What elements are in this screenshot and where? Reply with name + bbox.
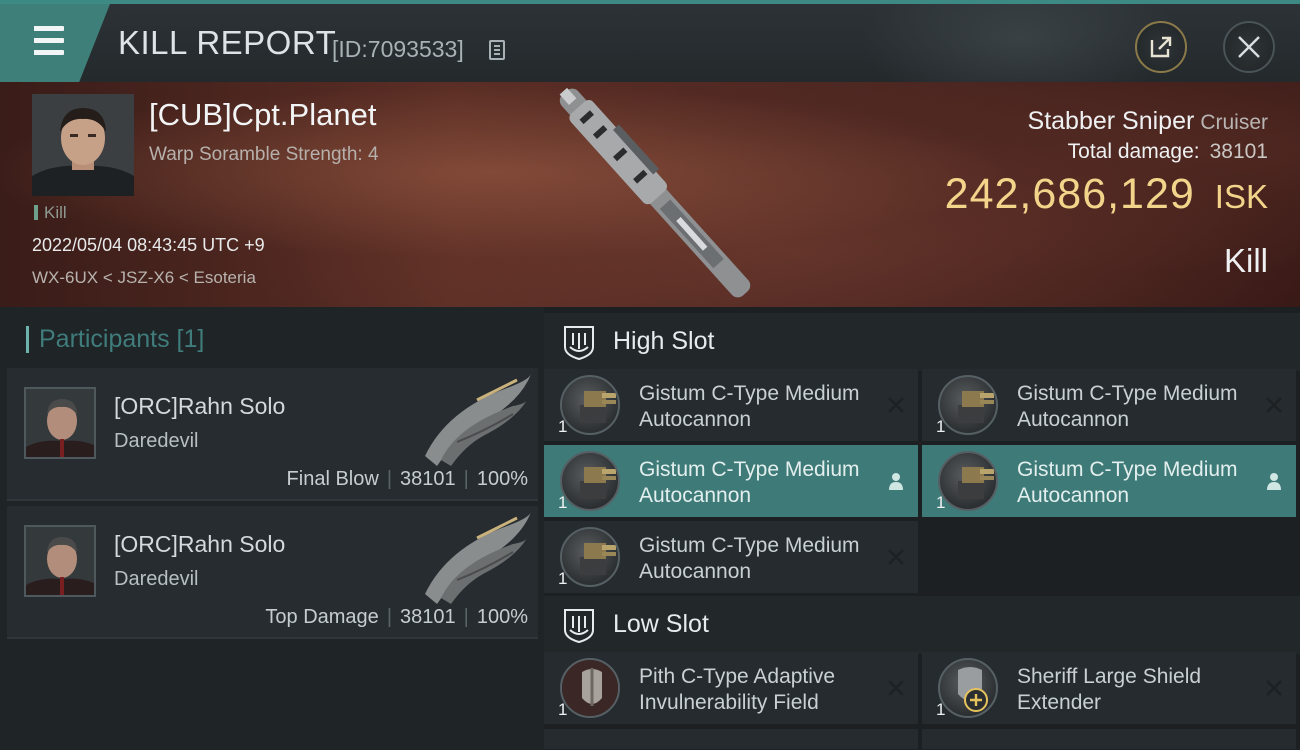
person-icon [1267,473,1281,490]
participant-damage: 38101 [400,468,456,490]
shield-slot-icon [564,609,594,644]
participant-percent: 100% [476,468,528,490]
result-label: Kill [1223,242,1268,279]
low-slot-header: Low Slot [544,596,1300,654]
slot-item-name: Gistum C-Type Medium Autocannon [639,458,860,507]
participant-role: Top Damage [265,606,379,628]
fitting-panel: High Slot 1 Gistum C-Type Medium Autocan… [544,307,1300,750]
page-title: KILL REPORT [118,24,337,61]
report-id: [ID:7093533] [332,36,464,62]
slot-item[interactable]: 1 Gistum C-Type Medium Autocannon [922,445,1296,517]
kill-tag: Kill [34,204,67,221]
slot-quantity: 1 [558,569,568,588]
kill-location[interactable]: WX-6UX < JSZ-X6 < Esoteria [32,268,256,288]
slot-item-name: Sheriff Large Shield Extender [1017,665,1202,714]
autocannon-icon [560,375,620,435]
total-damage: Total damage: 38101 [1068,140,1268,164]
isk-unit: ISK [1214,178,1268,215]
isk-value: 242,686,129 [944,170,1195,218]
victim-name[interactable]: [CUB]Cpt.Planet [149,97,376,133]
slot-item-name: Gistum C-Type Medium Autocannon [639,382,860,431]
warp-scramble-text: Warp Soramble Strength: 4 [149,144,379,165]
slot-item[interactable]: 1 Pith C-Type Adaptive Invulnerability F… [544,652,918,724]
participant-ship-image [425,512,531,604]
shield-extender-icon [938,658,998,718]
slot-item[interactable]: 1 Sheriff Large Shield Extender [922,652,1296,724]
participants-title: Participants [1] [26,325,204,354]
ship-info: Stabber Sniper Cruiser [1028,107,1268,136]
slot-item-partial[interactable] [922,729,1296,749]
participant-stats: Final Blow | 38101 | 100% [287,468,528,491]
high-slot-header: High Slot [544,313,1300,371]
victim-portrait[interactable] [32,94,134,196]
participant-percent: 100% [476,606,528,628]
ship-class: Cruiser [1200,111,1268,134]
copy-icon[interactable] [489,40,505,60]
slot-quantity: 1 [558,493,568,512]
autocannon-icon [938,375,998,435]
stats-separator: | [386,468,393,490]
participant-ship: Daredevil [114,430,199,452]
ship-name[interactable]: Stabber Sniper [1028,107,1195,135]
victim-avatar [32,94,134,196]
x-icon [888,549,904,565]
person-icon [889,473,903,490]
slot-quantity: 1 [936,493,946,512]
participant-stats: Top Damage | 38101 | 100% [265,606,528,629]
slot-item-name: Gistum C-Type Medium Autocannon [1017,382,1238,431]
header-bar: KILL REPORT [ID:7093533] [0,0,1300,82]
autocannon-icon [560,527,620,587]
participant-ship-image [425,374,531,466]
high-slot-label: High Slot [613,327,715,355]
slot-item-partial[interactable] [544,729,918,749]
slot-quantity: 1 [936,417,946,436]
total-damage-label: Total damage: [1067,140,1200,163]
invulnerability-field-icon [560,658,620,718]
autocannon-icon [560,451,620,511]
kill-datetime: 2022/05/04 08:43:45 UTC +9 [32,235,265,255]
victim-ship-image[interactable] [540,86,770,301]
slot-item[interactable]: 1 Gistum C-Type Medium Autocannon [544,445,918,517]
x-icon [888,680,904,696]
menu-icon [26,26,64,56]
slot-item-name: Gistum C-Type Medium Autocannon [1017,458,1238,507]
x-icon [1266,680,1282,696]
stats-separator: | [386,606,393,628]
slot-item[interactable]: 1 Gistum C-Type Medium Autocannon [922,369,1296,441]
header-decoration [860,4,1180,82]
share-button[interactable] [1135,21,1187,73]
low-slot-label: Low Slot [613,610,709,638]
slot-quantity: 1 [936,700,946,719]
participant-name[interactable]: [ORC]Rahn Solo [114,531,285,558]
slot-item[interactable]: 1 Gistum C-Type Medium Autocannon [544,369,918,441]
autocannon-icon [938,451,998,511]
participant-avatar [24,387,96,459]
participant-name[interactable]: [ORC]Rahn Solo [114,393,285,420]
total-damage-value: 38101 [1209,140,1268,163]
share-icon [1150,36,1172,58]
participant-avatar [24,525,96,597]
participant-card[interactable]: [ORC]Rahn Solo Daredevil Final Blow | 3810… [7,368,538,501]
stats-separator: | [463,468,469,490]
participants-panel: Participants [1] [ORC]Rahn Solo Daredevi… [0,307,544,750]
isk-value-line: 242,686,129 ISK [945,170,1268,219]
menu-button[interactable] [0,4,110,82]
participant-ship: Daredevil [114,568,199,590]
participant-damage: 38101 [400,606,456,628]
stats-separator: | [463,606,469,628]
slot-item-name: Pith C-Type Adaptive Invulnerability Fie… [639,665,836,714]
participant-card[interactable]: [ORC]Rahn Solo Daredevil Top Damage | 3810… [7,506,538,639]
victim-banner: [CUB]Cpt.Planet Warp Soramble Strength: … [0,82,1300,307]
slot-item[interactable]: 1 Gistum C-Type Medium Autocannon [544,521,918,593]
x-icon [888,397,904,413]
close-button[interactable] [1223,21,1275,73]
slot-quantity: 1 [558,700,568,719]
x-icon [1266,397,1282,413]
shield-slot-icon [564,326,594,361]
close-icon [1238,36,1260,58]
slot-quantity: 1 [558,417,568,436]
participant-role: Final Blow [286,468,379,490]
slot-item-name: Gistum C-Type Medium Autocannon [639,534,860,583]
